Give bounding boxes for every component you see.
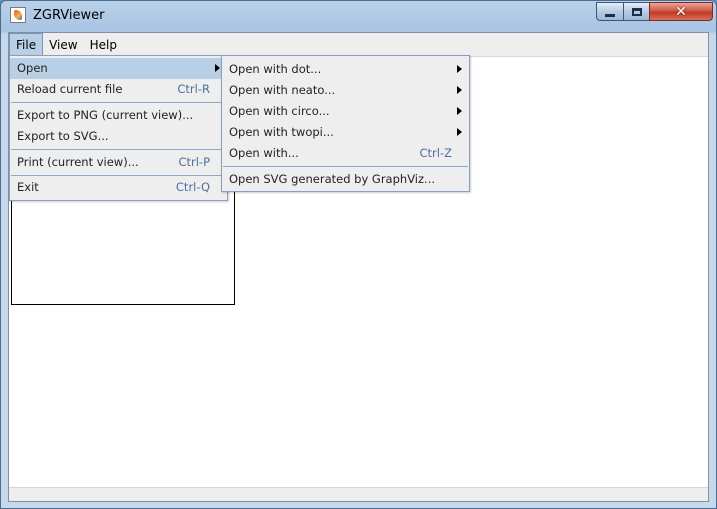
submenu-arrow-icon [457,107,462,115]
file-menu-exit[interactable]: Exit Ctrl-Q [10,177,227,198]
window-title: ZGRViewer [33,8,105,23]
overview-box [11,189,235,305]
menu-item-label: Export to PNG (current view)... [17,108,194,122]
java-app-icon [10,7,26,23]
submenu-arrow-icon [457,128,462,136]
menu-separator [11,102,226,103]
minimize-icon [605,14,615,17]
menu-item-label: Reload current file [17,82,123,96]
menu-item-label: Print (current view)... [17,155,139,169]
title-bar[interactable]: ZGRViewer ✕ [1,1,716,31]
open-with-circo[interactable]: Open with circo... [222,101,469,122]
file-menu-export-svg[interactable]: Export to SVG... [10,126,227,147]
close-button[interactable]: ✕ [649,2,713,21]
menu-item-label: Open with dot... [229,62,322,76]
menu-separator [11,149,226,150]
file-menu-popup: Open Reload current file Ctrl-R Export t… [9,55,228,201]
menu-separator [223,166,468,167]
menu-item-shortcut: Ctrl-Q [175,180,210,194]
close-icon: ✕ [675,3,687,20]
open-svg-graphviz[interactable]: Open SVG generated by GraphViz... [222,169,469,190]
status-bar [9,487,708,501]
submenu-arrow-icon [215,64,220,72]
open-with-other[interactable]: Open with... Ctrl-Z [222,143,469,164]
file-menu-reload[interactable]: Reload current file Ctrl-R [10,79,227,100]
menu-item-label: Exit [17,180,39,194]
open-submenu-popup: Open with dot... Open with neato... Open… [221,55,470,192]
menu-item-shortcut: Ctrl-P [178,155,210,169]
file-menu-export-png[interactable]: Export to PNG (current view)... [10,105,227,126]
open-with-neato[interactable]: Open with neato... [222,80,469,101]
file-menu-print[interactable]: Print (current view)... Ctrl-P [10,152,227,173]
menu-item-label: Open with twopi... [229,125,334,139]
menu-item-label: Open SVG generated by GraphViz... [229,172,436,186]
menu-item-label: Open with... [229,146,299,160]
menu-item-label: Open with neato... [229,83,336,97]
menu-item-shortcut: Ctrl-Z [419,146,453,160]
open-with-twopi[interactable]: Open with twopi... [222,122,469,143]
menu-view[interactable]: View [43,33,83,56]
submenu-arrow-icon [457,65,462,73]
open-with-dot[interactable]: Open with dot... [222,59,469,80]
menu-item-shortcut: Ctrl-R [177,82,210,96]
submenu-arrow-icon [457,86,462,94]
maximize-icon [631,7,642,16]
maximize-button[interactable] [623,2,650,21]
menu-bar: File View Help [9,33,708,57]
menu-file[interactable]: File [9,33,44,56]
menu-separator [11,175,226,176]
menu-item-label: Open with circo... [229,104,330,118]
menu-item-label: Open [17,61,48,75]
menu-help[interactable]: Help [84,33,123,56]
file-menu-open[interactable]: Open [10,58,227,79]
minimize-button[interactable] [596,2,624,21]
menu-item-label: Export to SVG... [17,129,109,143]
